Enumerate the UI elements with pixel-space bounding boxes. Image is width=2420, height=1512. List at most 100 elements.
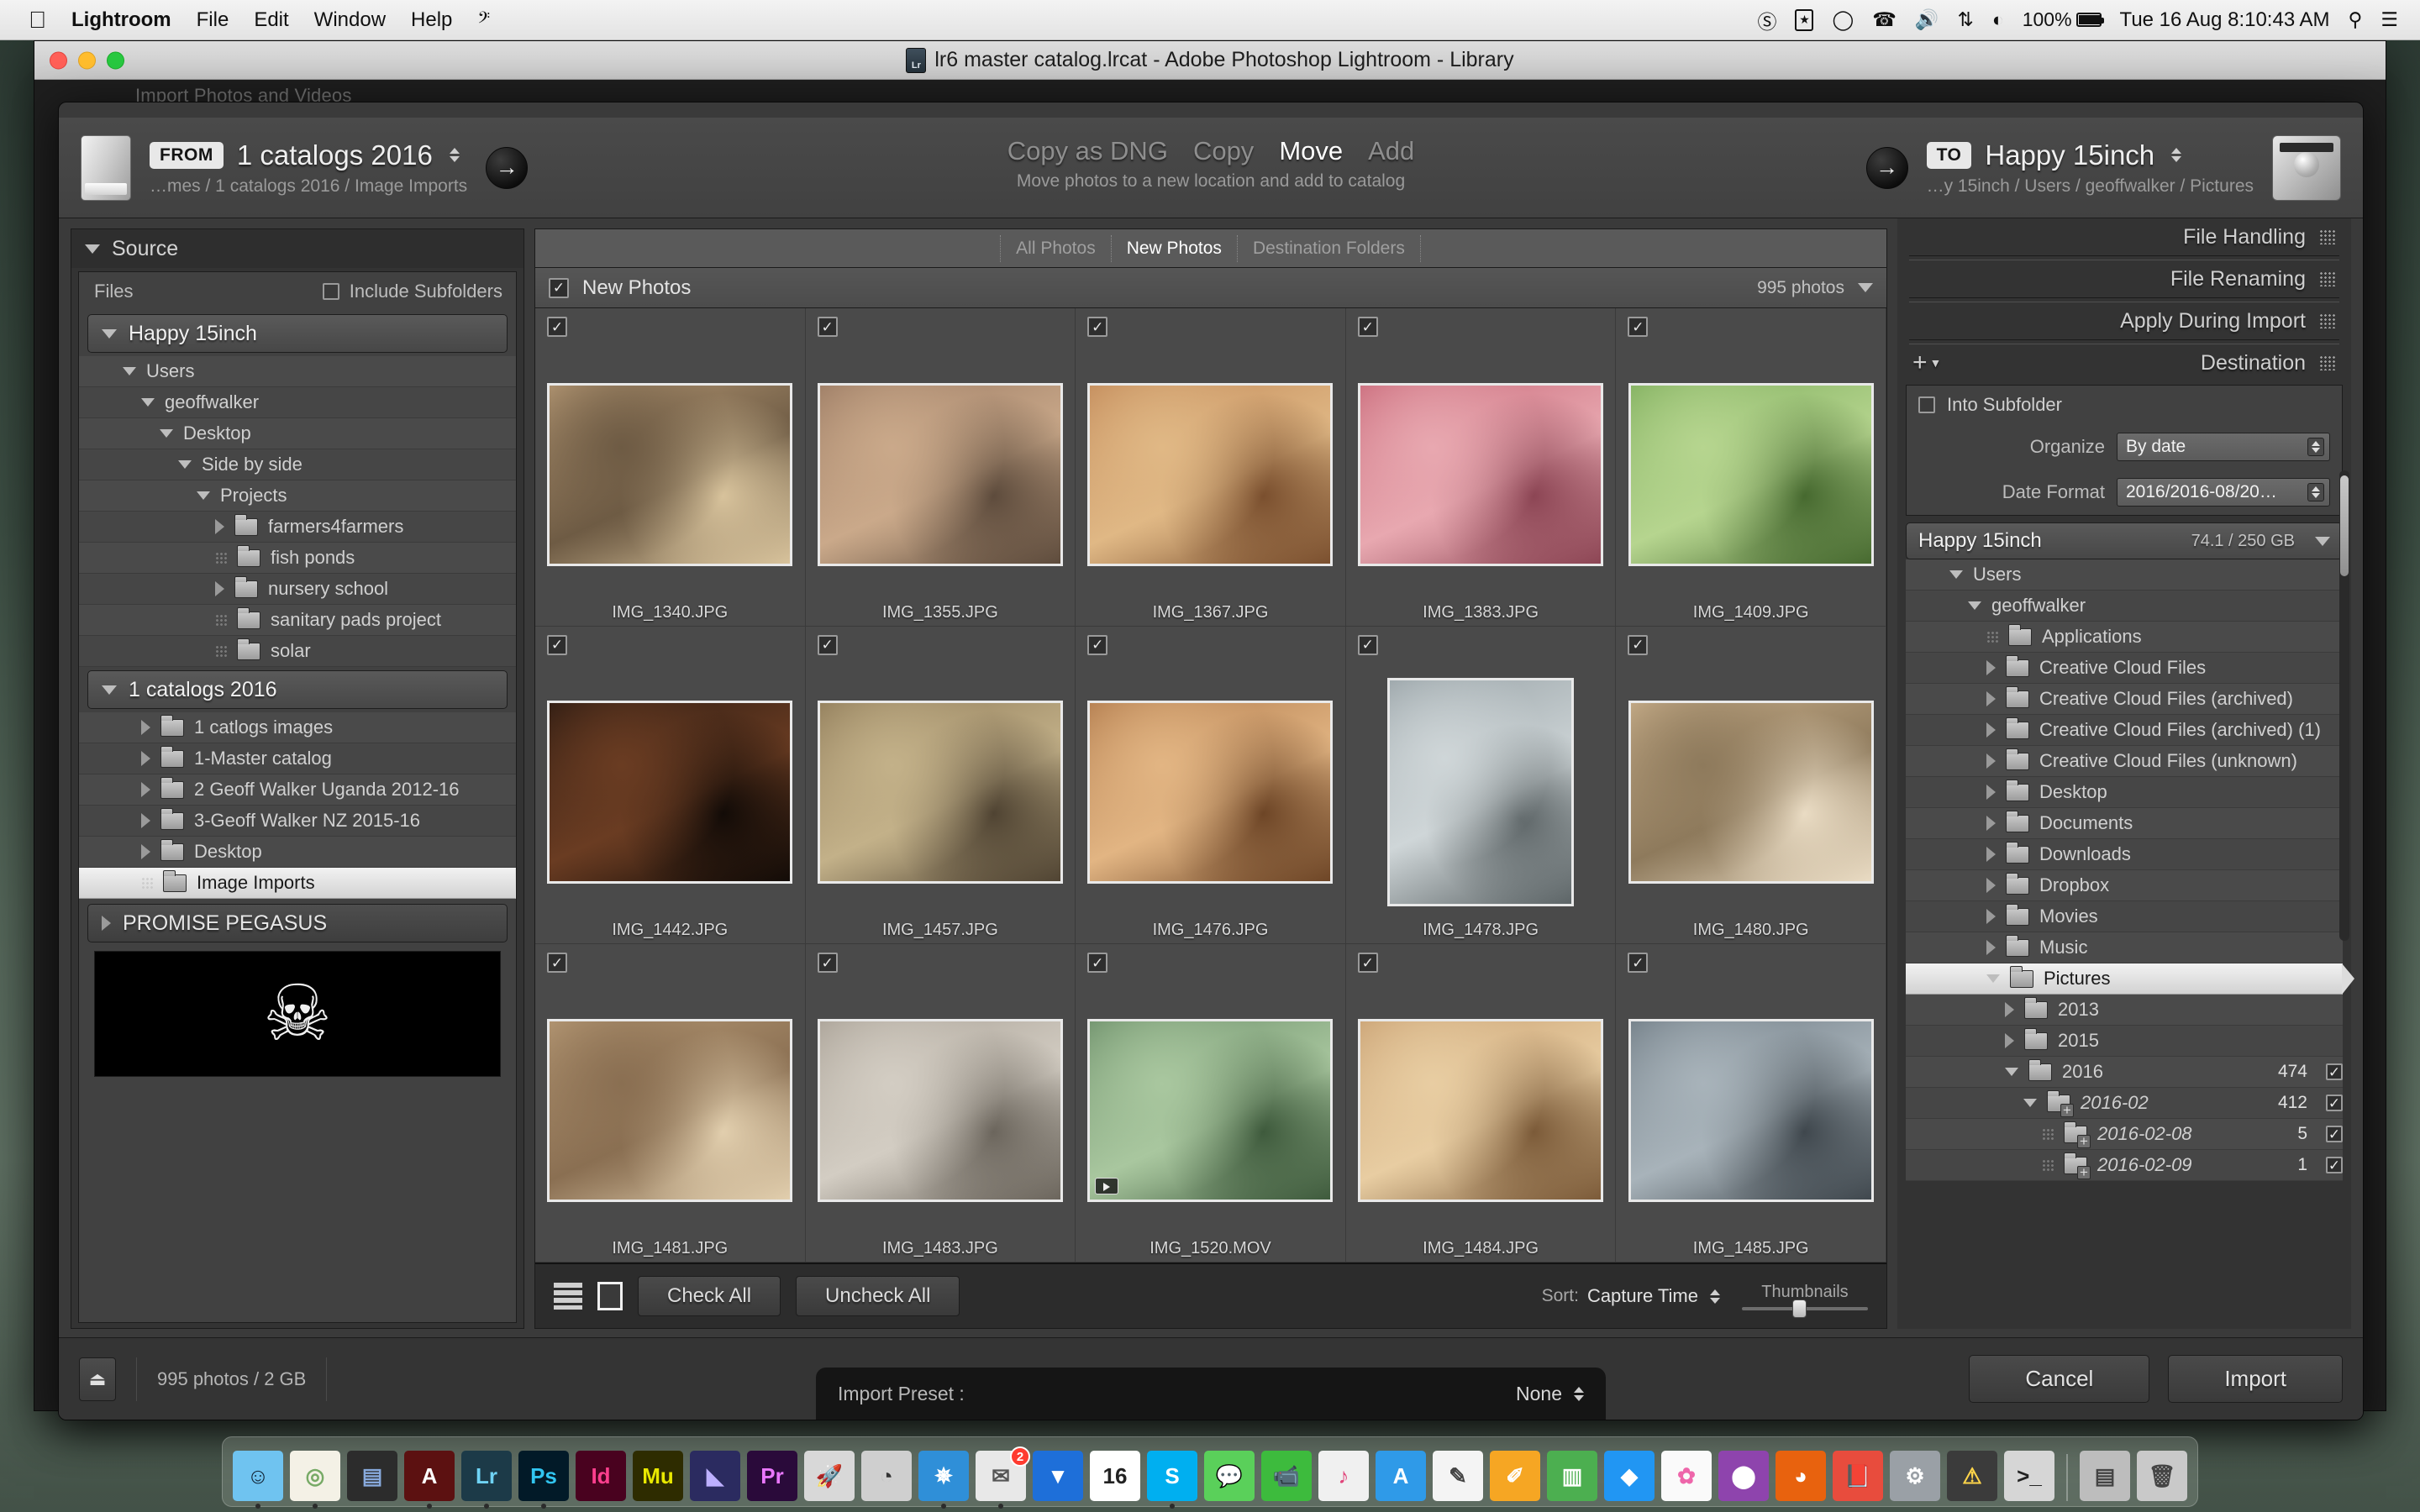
dock-item-edge-animate[interactable]: ◣: [690, 1451, 740, 1501]
mode-move[interactable]: Move: [1279, 136, 1343, 166]
photo-cell[interactable]: IMG_1383.JPG: [1345, 308, 1617, 627]
chevron-down-icon[interactable]: [197, 491, 210, 500]
volume-icon[interactable]: 🔊: [1915, 8, 1939, 31]
chevron-right-icon[interactable]: [1986, 785, 1996, 800]
folder-include-checkbox[interactable]: [2326, 1063, 2343, 1080]
photo-thumbnail[interactable]: [817, 1019, 1063, 1203]
destination-scrollbar[interactable]: [2339, 470, 2349, 941]
photo-thumbnail[interactable]: [1087, 701, 1334, 885]
destination-tree-row[interactable]: 2013: [1906, 995, 2343, 1026]
thumbnail-size-slider[interactable]: Thumbnails: [1742, 1283, 1868, 1318]
photo-include-checkbox[interactable]: [1628, 634, 1649, 655]
destination-chooser-icon[interactable]: [2171, 148, 2182, 162]
include-subfolders-checkbox[interactable]: [322, 283, 339, 300]
photo-thumbnail[interactable]: [1358, 382, 1604, 566]
photo-include-checkbox[interactable]: [547, 317, 567, 337]
destination-tree-row[interactable]: Dropbox: [1906, 870, 2343, 901]
photo-thumbnail[interactable]: [1387, 678, 1575, 907]
photo-cell[interactable]: IMG_1476.JPG: [1076, 626, 1346, 945]
destination-tree-row[interactable]: Downloads: [1906, 839, 2343, 870]
dock-item-messages[interactable]: 💬: [1204, 1451, 1255, 1501]
scrollbar-thumb[interactable]: [2340, 475, 2349, 576]
photo-cell[interactable]: IMG_1481.JPG: [535, 944, 806, 1263]
chevron-right-icon[interactable]: [1986, 660, 1996, 675]
chevron-right-icon[interactable]: [141, 813, 150, 828]
chevron-right-icon[interactable]: [1986, 847, 1996, 862]
destination-tree-row[interactable]: geoffwalker: [1906, 591, 2343, 622]
photo-include-checkbox[interactable]: [1357, 317, 1378, 337]
photo-cell[interactable]: IMG_1483.JPG: [805, 944, 1076, 1263]
dock-item-itunes[interactable]: ♪: [1318, 1451, 1369, 1501]
dock-item-utility[interactable]: ⬤: [1718, 1451, 1769, 1501]
panel-toggle-icon[interactable]: [2319, 229, 2336, 244]
chevron-down-icon[interactable]: [2023, 1099, 2037, 1107]
loupe-view-icon[interactable]: [597, 1282, 623, 1310]
photo-thumbnail[interactable]: [1087, 382, 1334, 566]
destination-tree-row[interactable]: Creative Cloud Files: [1906, 653, 2343, 684]
search-icon[interactable]: ⚲: [2349, 8, 2363, 31]
destination-tree-row[interactable]: Creative Cloud Files (unknown): [1906, 746, 2343, 777]
chevron-down-icon[interactable]: [2005, 1068, 2018, 1076]
source-tree-row[interactable]: sanitary pads project: [79, 605, 516, 636]
close-button[interactable]: [50, 51, 67, 69]
photo-cell[interactable]: IMG_1367.JPG: [1076, 308, 1346, 627]
photo-include-checkbox[interactable]: [1357, 634, 1378, 655]
photo-thumbnail[interactable]: [547, 382, 793, 566]
chevron-down-icon[interactable]: [1858, 283, 1873, 292]
uncheck-all-button[interactable]: Uncheck All: [796, 1276, 960, 1316]
folder-include-checkbox[interactable]: [2326, 1095, 2343, 1111]
bluetooth-icon[interactable]: ⇅: [1958, 8, 1974, 31]
chevron-right-icon[interactable]: [1986, 940, 1996, 955]
dock-item-trash[interactable]: 🗑: [2137, 1451, 2187, 1501]
select-all-checkbox[interactable]: [549, 277, 569, 298]
dock-item-pages[interactable]: ✐: [1490, 1451, 1540, 1501]
into-subfolder-row[interactable]: Into Subfolder: [1907, 386, 2342, 424]
chevron-right-icon[interactable]: [141, 782, 150, 797]
destination-tree-row[interactable]: 2016-02-09 1: [1906, 1150, 2343, 1181]
norton-icon[interactable]: Ⓢ: [1757, 6, 1776, 34]
photo-include-checkbox[interactable]: [817, 634, 838, 655]
destination-tree-row[interactable]: Creative Cloud Files (archived) (1): [1906, 715, 2343, 746]
source-tree-row[interactable]: nursery school: [79, 574, 516, 605]
photo-include-checkbox[interactable]: [1087, 634, 1108, 655]
destination-tree-row[interactable]: Users: [1906, 559, 2343, 591]
section-apply-during-import[interactable]: Apply During Import: [1897, 302, 2351, 339]
minimize-button[interactable]: [78, 51, 96, 69]
destination-name[interactable]: Happy 15inch: [1985, 139, 2154, 171]
dock-item-premiere[interactable]: Pr: [747, 1451, 797, 1501]
source-tree-row[interactable]: Desktop: [79, 418, 516, 449]
chevron-right-icon[interactable]: [2005, 1033, 2014, 1048]
import-preset-chooser-icon[interactable]: [1574, 1386, 1584, 1401]
mode-copy-as-dng[interactable]: Copy as DNG: [1007, 136, 1168, 166]
import-source-summary[interactable]: FROM 1 catalogs 2016 …mes / 1 catalogs 2…: [59, 134, 529, 201]
dock-item-terminal[interactable]: >_: [2004, 1451, 2054, 1501]
panel-toggle-icon[interactable]: [2319, 355, 2336, 370]
destination-tree-row[interactable]: Music: [1906, 932, 2343, 963]
dock-item-keynote[interactable]: ◆: [1604, 1451, 1655, 1501]
folder-include-checkbox[interactable]: [2326, 1126, 2343, 1142]
photo-cell[interactable]: IMG_1442.JPG: [535, 626, 806, 945]
wifi-icon[interactable]: ◐: [1992, 8, 2004, 31]
photo-thumbnail[interactable]: [547, 701, 793, 885]
photo-cell[interactable]: IMG_1355.JPG: [805, 308, 1076, 627]
photo-cell[interactable]: IMG_1340.JPG: [535, 308, 806, 627]
apple-menu-icon[interactable]: : [29, 8, 46, 32]
organize-select[interactable]: By date: [2117, 433, 2330, 461]
dock-item-finder[interactable]: ☺: [233, 1451, 283, 1509]
sort-chooser-icon[interactable]: [1710, 1289, 1720, 1304]
source-chooser-icon[interactable]: [449, 148, 460, 162]
tab-all-photos[interactable]: All Photos: [1000, 234, 1112, 262]
dock-item-muse[interactable]: Mu: [633, 1451, 683, 1501]
panel-toggle-icon[interactable]: [2319, 313, 2336, 328]
add-destination-icon[interactable]: + ▼: [1912, 349, 1941, 377]
chevron-right-icon[interactable]: [2005, 1002, 2014, 1017]
date-format-stepper-icon[interactable]: [2307, 483, 2324, 501]
chevron-right-icon[interactable]: [141, 720, 150, 735]
dock-item-photoshop[interactable]: Ps: [518, 1451, 569, 1509]
dock-item-mail[interactable]: ✉ 2: [976, 1446, 1030, 1509]
section-destination[interactable]: + ▼ Destination: [1897, 344, 2351, 381]
dock-item-facetime[interactable]: 📹: [1261, 1451, 1312, 1501]
window-controls[interactable]: [50, 51, 124, 69]
photo-cell[interactable]: IMG_1480.JPG: [1616, 626, 1886, 945]
dock-item-maps[interactable]: ◎: [290, 1451, 340, 1509]
